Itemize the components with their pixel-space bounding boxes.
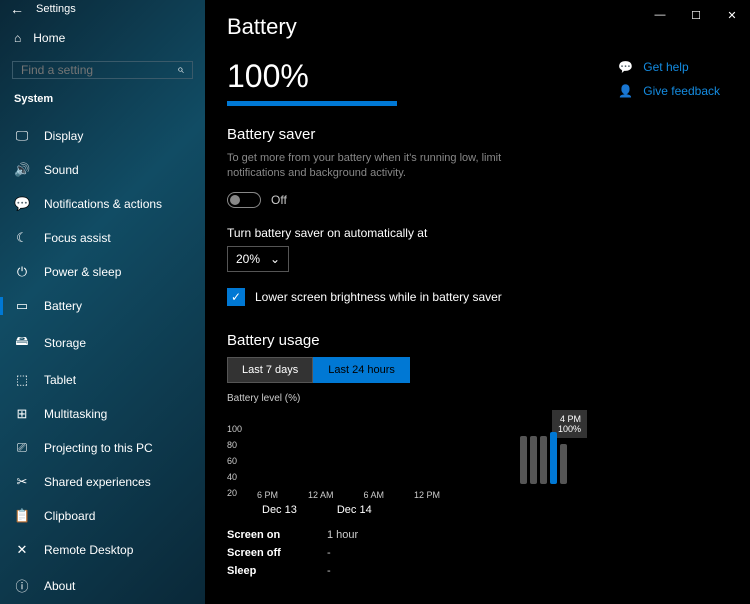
sidebar-item-clipboard[interactable]: 📋Clipboard xyxy=(0,499,205,533)
nav-icon: ⊞ xyxy=(14,406,30,422)
nav-icon: ✕ xyxy=(14,542,30,558)
battery-bar xyxy=(227,101,397,106)
nav-icon: ⏻ xyxy=(14,264,30,280)
lower-brightness-label: Lower screen brightness while in battery… xyxy=(255,290,502,304)
search-icon: ⌕ xyxy=(177,62,184,77)
section-label: System xyxy=(0,87,205,111)
sidebar-item-tablet[interactable]: ⬚Tablet xyxy=(0,363,205,397)
home-icon: ⌂ xyxy=(14,31,21,45)
sidebar-item-storage[interactable]: 🖴Storage xyxy=(0,323,205,363)
nav-icon: ⬚ xyxy=(14,372,30,388)
sidebar-item-multitasking[interactable]: ⊞Multitasking xyxy=(0,397,205,431)
sidebar-item-shared-experiences[interactable]: ✂Shared experiences xyxy=(0,465,205,499)
sidebar-item-battery[interactable]: ▭Battery xyxy=(0,289,205,323)
nav-icon: ⓘ xyxy=(14,576,30,595)
minimize-button[interactable]: ― xyxy=(642,0,678,30)
stat-sleep-label: Sleep xyxy=(227,565,327,577)
tab-last-24-hours[interactable]: Last 24 hours xyxy=(313,357,410,383)
sidebar-item-projecting-to-this-pc[interactable]: ⎚Projecting to this PC xyxy=(0,431,205,465)
nav-icon: ▭ xyxy=(14,298,30,314)
home-label: Home xyxy=(33,31,65,45)
sidebar-item-focus-assist[interactable]: ☾Focus assist xyxy=(0,221,205,255)
battery-usage-chart: 10080604020 4 PM 100% 6 PM12 AM6 AM12 PM… xyxy=(227,410,587,520)
sidebar-home[interactable]: ⌂ Home xyxy=(0,23,205,53)
window-title: Settings xyxy=(36,3,76,15)
battery-saver-toggle[interactable] xyxy=(227,192,261,208)
toggle-state-label: Off xyxy=(271,193,287,207)
tab-last-7-days[interactable]: Last 7 days xyxy=(227,357,313,383)
battery-usage-heading: Battery usage xyxy=(227,332,728,349)
auto-threshold-label: Turn battery saver on automatically at xyxy=(227,226,728,240)
nav-icon: ✂ xyxy=(14,474,30,490)
lower-brightness-checkbox[interactable]: ✓ xyxy=(227,288,245,306)
close-button[interactable]: ✕ xyxy=(714,0,750,30)
chart-bars xyxy=(520,432,567,484)
stat-screen-on-label: Screen on xyxy=(227,529,327,541)
search-box[interactable]: ⌕ xyxy=(12,61,193,79)
give-feedback-link[interactable]: 👤Give feedback xyxy=(618,84,720,98)
help-icon: 💬 xyxy=(618,60,633,74)
nav-icon: 🔊 xyxy=(14,162,30,178)
stat-screen-off-label: Screen off xyxy=(227,547,327,559)
sidebar-item-display[interactable]: 🖵Display xyxy=(0,119,205,153)
nav-icon: ☾ xyxy=(14,230,30,246)
sidebar-item-sound[interactable]: 🔊Sound xyxy=(0,153,205,187)
get-help-link[interactable]: 💬Get help xyxy=(618,60,720,74)
nav-icon: 📋 xyxy=(14,508,30,524)
chart-y-label: Battery level (%) xyxy=(227,393,728,404)
chevron-down-icon: ⌄ xyxy=(270,252,280,266)
sidebar-item-notifications-actions[interactable]: 💬Notifications & actions xyxy=(0,187,205,221)
nav-icon: ⎚ xyxy=(14,440,30,456)
battery-saver-desc: To get more from your battery when it's … xyxy=(227,151,537,182)
sidebar-item-remote-desktop[interactable]: ✕Remote Desktop xyxy=(0,533,205,567)
battery-saver-heading: Battery saver xyxy=(227,126,728,143)
nav-icon: 🖵 xyxy=(14,128,30,144)
nav-icon: 💬 xyxy=(14,196,30,212)
search-input[interactable] xyxy=(21,63,177,77)
nav-icon: 🖴 xyxy=(14,332,30,354)
back-button[interactable]: ← xyxy=(10,1,24,17)
auto-threshold-select[interactable]: 20% ⌄ xyxy=(227,246,289,272)
maximize-button[interactable]: ☐ xyxy=(678,0,714,30)
feedback-icon: 👤 xyxy=(618,84,633,98)
sidebar-item-power-sleep[interactable]: ⏻Power & sleep xyxy=(0,255,205,289)
sidebar-item-about[interactable]: ⓘAbout xyxy=(0,567,205,604)
